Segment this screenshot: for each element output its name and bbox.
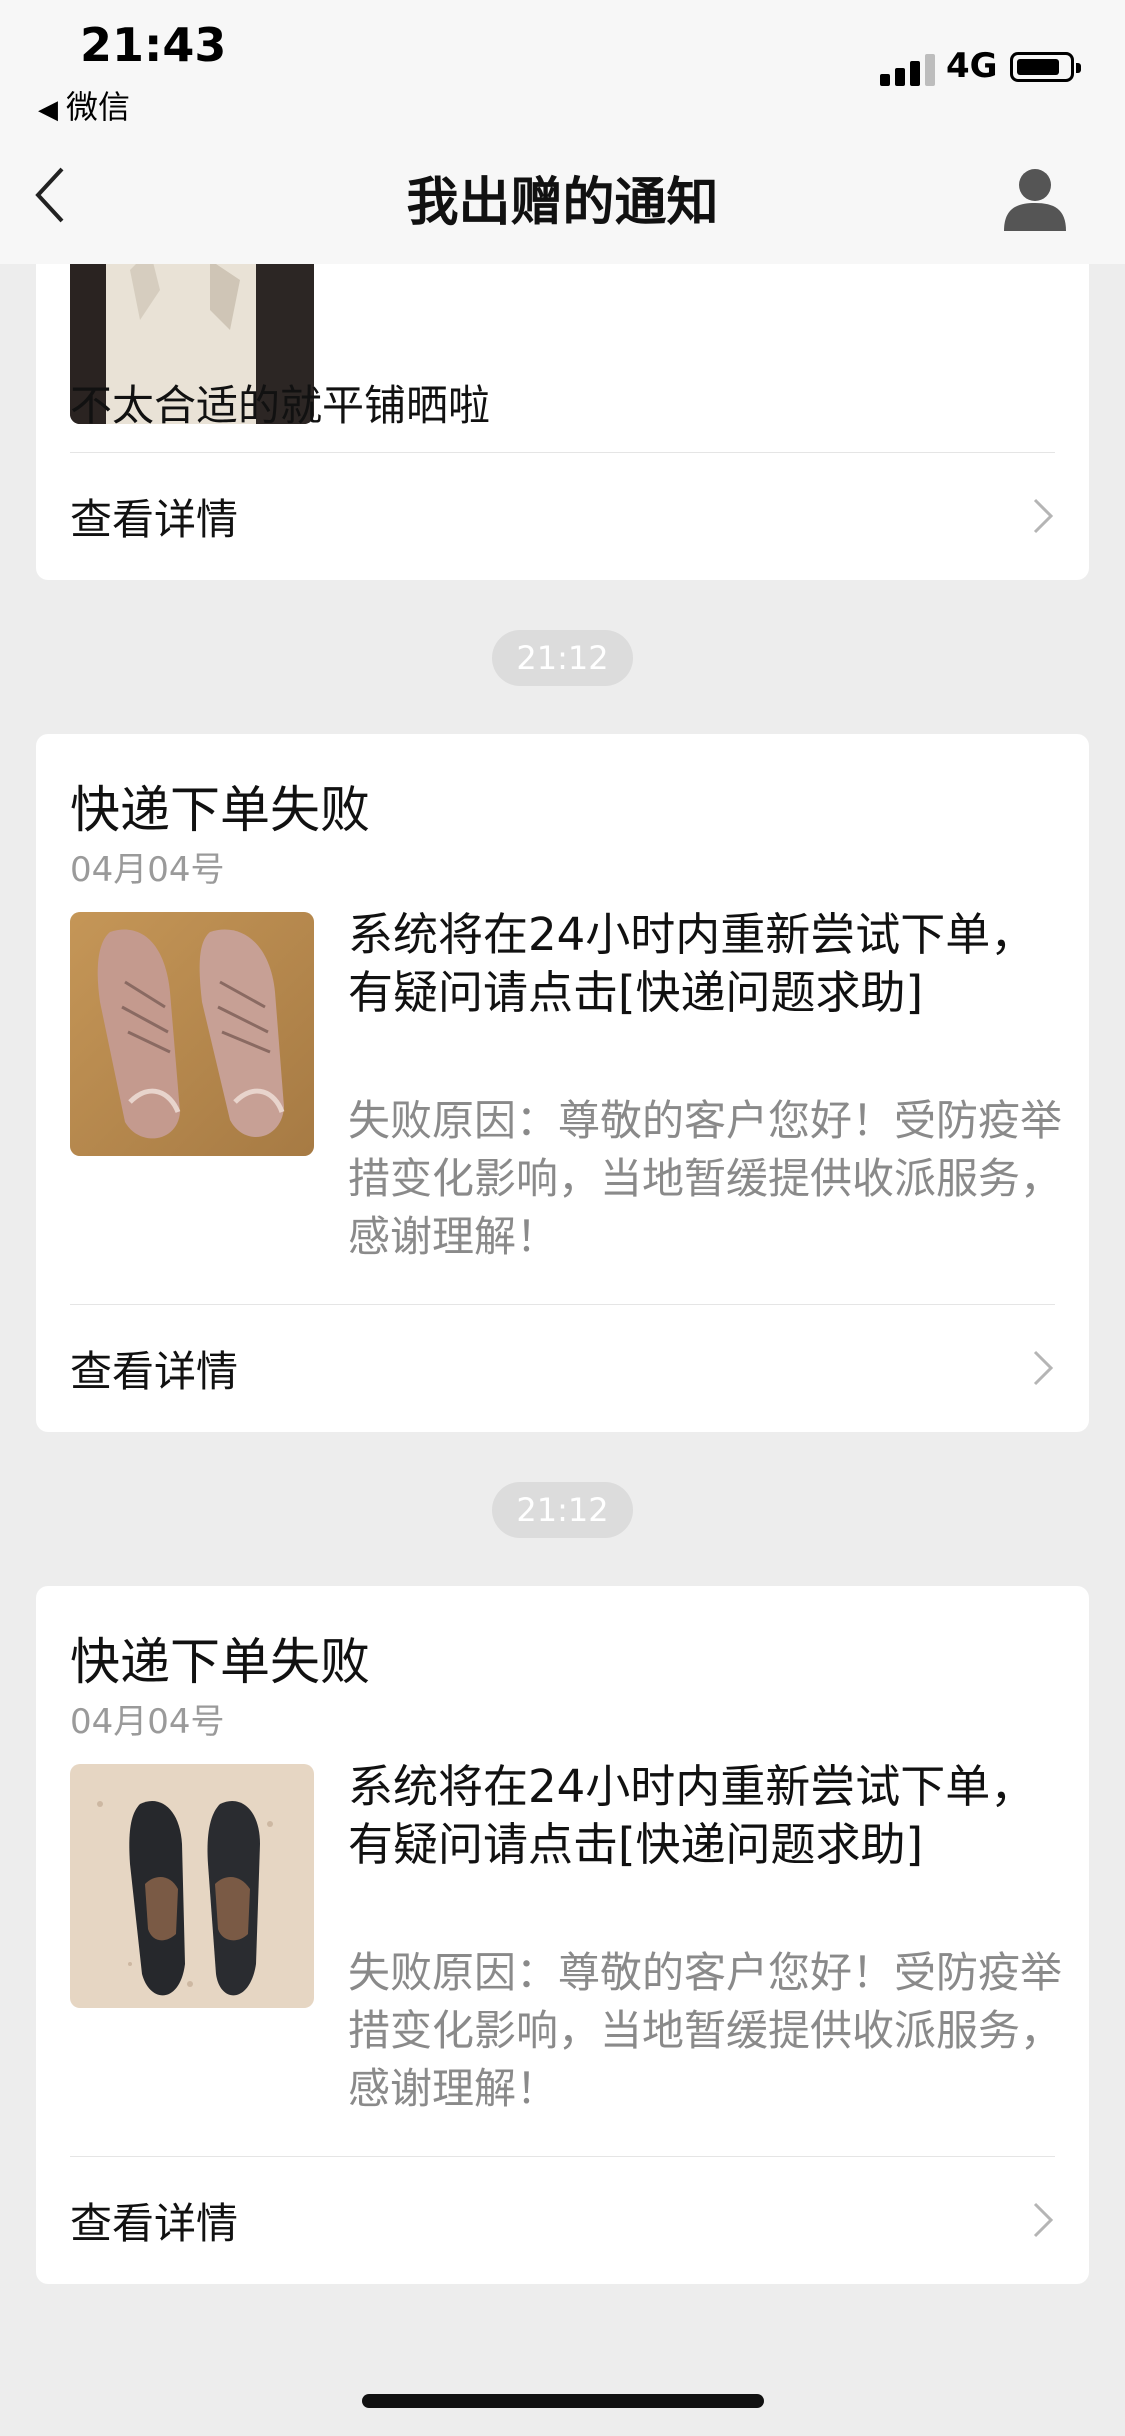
page-title: 我出赠的通知	[406, 173, 719, 233]
view-details-label: 查看详情	[70, 495, 239, 544]
back-app-label: 微信	[66, 88, 131, 126]
home-indicator[interactable]	[362, 2394, 764, 2408]
battery-icon	[1010, 52, 1081, 82]
notification-card: 快递下单失败 04月04号 系统将在24小时内重新尝试下单，有疑问请点击[快递问…	[36, 1586, 1089, 2284]
card-date: 04月04号	[70, 1702, 225, 1742]
timestamp-pill: 21:12	[492, 1482, 633, 1538]
view-details-label: 查看详情	[70, 1347, 239, 1396]
failure-reason: 失败原因：尊敬的客户您好！受防疫举措变化影响，当地暂缓提供收派服务，感谢理解！	[348, 1948, 1063, 2113]
item-image-sneakers[interactable]	[70, 912, 314, 1156]
network-type: 4G	[946, 46, 998, 86]
view-details-row[interactable]: 查看详情	[70, 2156, 1055, 2284]
chevron-right-icon	[1031, 2200, 1055, 2240]
notification-card: 快递下单失败 04月04号 系统将在24小时内重新尝试下单，有疑问请点击[快递问…	[36, 734, 1089, 1432]
back-to-app-link[interactable]: ◀ 微信	[38, 82, 130, 128]
card-date: 04月04号	[70, 850, 225, 890]
signal-icon	[880, 52, 936, 86]
failure-reason: 失败原因：尊敬的客户您好！受防疫举措变化影响，当地暂缓提供收派服务，感谢理解！	[348, 1096, 1063, 1261]
card-description[interactable]: 系统将在24小时内重新尝试下单，有疑问请点击[快递问题求助]	[348, 906, 1068, 1022]
card-title: 快递下单失败	[70, 781, 370, 839]
view-details-row[interactable]: 查看详情	[70, 1304, 1055, 1432]
partial-card-text: 不太合适的就平铺晒啦	[70, 381, 491, 430]
chevron-right-icon	[1031, 1348, 1055, 1388]
card-description[interactable]: 系统将在24小时内重新尝试下单，有疑问请点击[快递问题求助]	[348, 1758, 1068, 1874]
back-triangle-icon: ◀	[38, 95, 58, 125]
card-title: 快递下单失败	[70, 1633, 370, 1691]
user-icon[interactable]	[1000, 165, 1070, 231]
item-image-heels[interactable]	[70, 1764, 314, 2008]
view-details-row[interactable]: 查看详情	[70, 452, 1055, 580]
top-bar: 21:43 ◀ 微信 4G 我出赠的通知	[0, 0, 1125, 264]
status-time: 21:43	[80, 18, 227, 72]
timestamp-pill: 21:12	[492, 630, 633, 686]
view-details-label: 查看详情	[70, 2199, 239, 2248]
chevron-right-icon	[1031, 496, 1055, 536]
